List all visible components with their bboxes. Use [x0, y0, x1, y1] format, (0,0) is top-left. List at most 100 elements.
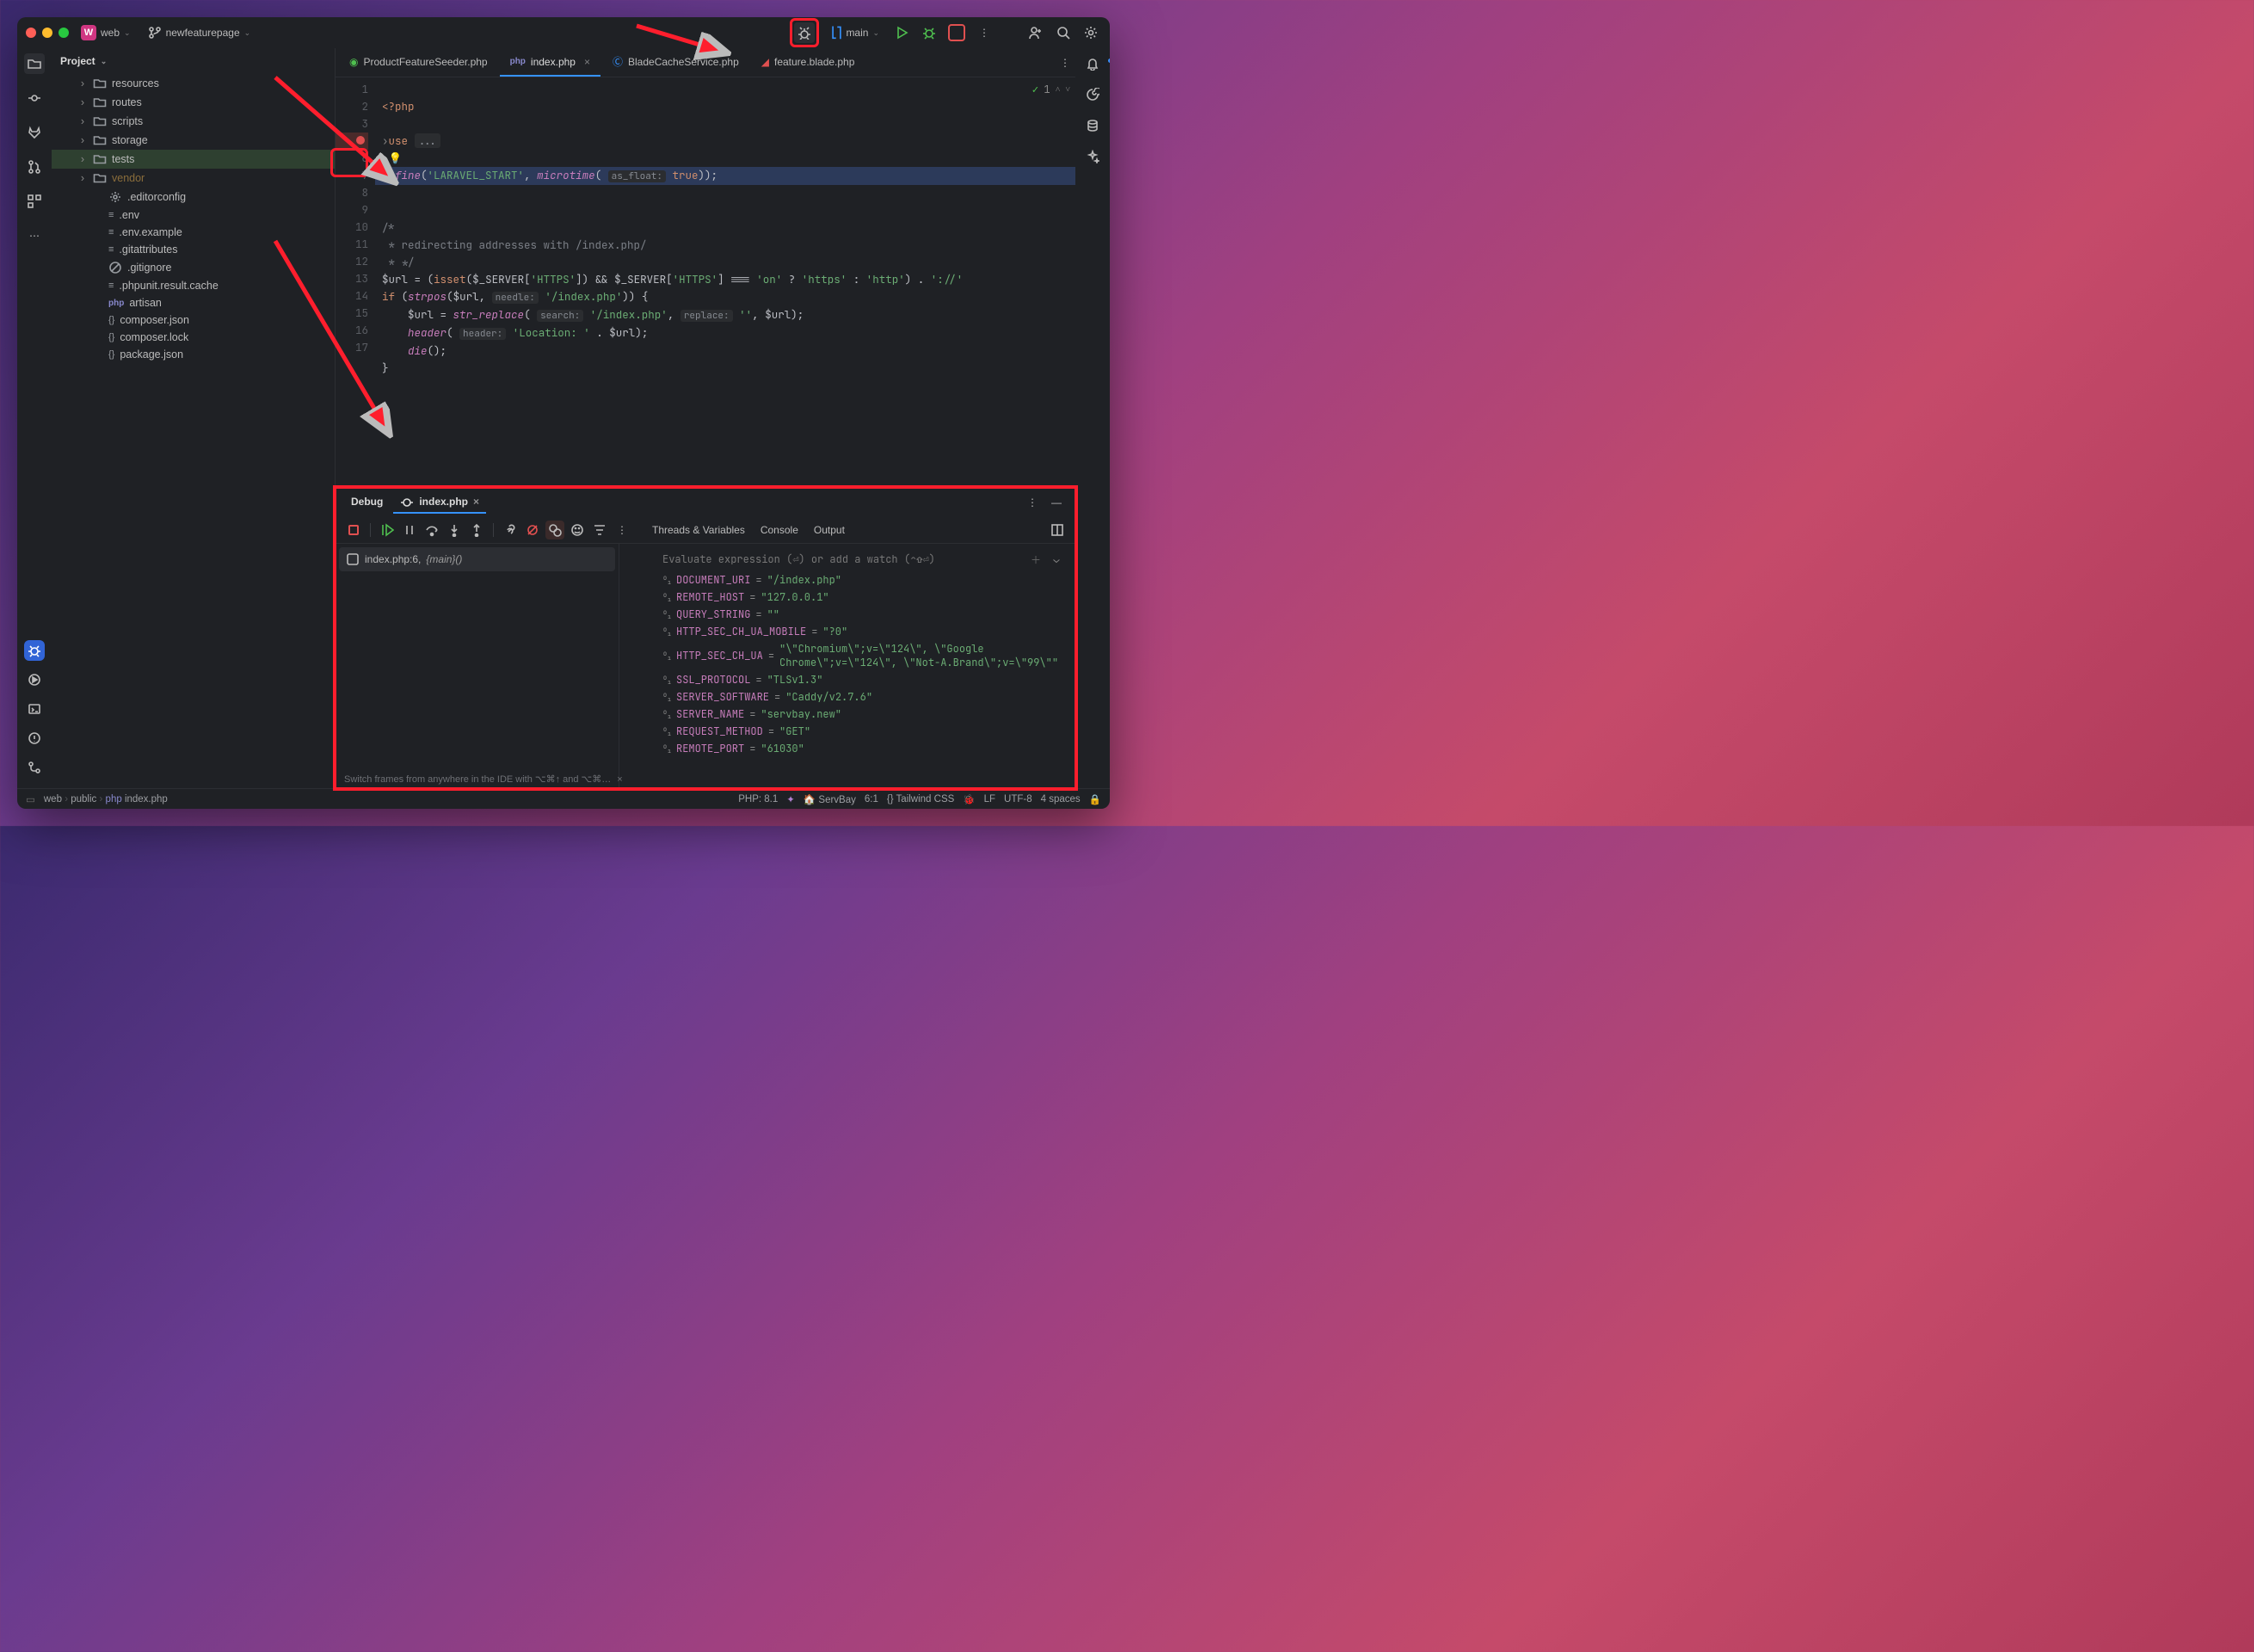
- tree-item-gitignore[interactable]: .gitignore: [52, 258, 335, 277]
- tree-item-envexample[interactable]: ≡.env.example: [52, 224, 335, 241]
- ai-chat-button[interactable]: [1082, 146, 1103, 167]
- debug-listen-button[interactable]: [794, 22, 815, 43]
- mute-breakpoints-button[interactable]: [523, 521, 542, 539]
- xdebug-icon[interactable]: 🐞: [963, 793, 975, 805]
- tree-item-tests[interactable]: ›tests: [52, 150, 335, 169]
- project-selector[interactable]: W web ⌄: [76, 22, 136, 44]
- structure-tool-button[interactable]: [24, 191, 45, 212]
- variables-view[interactable]: Evaluate expression (⏎) or add a watch (…: [619, 544, 1075, 788]
- tree-item-gitattributes[interactable]: ≡.gitattributes: [52, 241, 335, 258]
- gitlab-tool-button[interactable]: [24, 122, 45, 143]
- editor-tab[interactable]: phpindex.php×: [500, 48, 600, 77]
- filter-button[interactable]: [590, 521, 609, 539]
- project-tree[interactable]: ›resources›routes›scripts›storage›tests›…: [52, 74, 335, 788]
- variable-row[interactable]: ⁰₁REQUEST_METHOD = "GET": [662, 723, 1067, 740]
- php-version[interactable]: PHP: 8.1: [738, 794, 778, 804]
- stack-frame[interactable]: index.php:6, {main}(): [339, 547, 615, 571]
- tree-item-vendor[interactable]: ›vendor: [52, 169, 335, 188]
- debug-session-tab[interactable]: index.php ×: [393, 491, 486, 514]
- debug-button[interactable]: [919, 22, 939, 43]
- debug-inner-tab[interactable]: Console: [761, 524, 798, 536]
- indent[interactable]: 4 spaces: [1041, 794, 1081, 804]
- debug-panel-title-tab[interactable]: Debug: [344, 492, 390, 513]
- ai-assistant-button[interactable]: [1082, 84, 1103, 105]
- view-breakpoints-button[interactable]: [545, 521, 564, 539]
- close-tip-icon[interactable]: ×: [617, 774, 622, 785]
- caret-position[interactable]: 6:1: [865, 794, 878, 804]
- tree-item-composerjson[interactable]: {}composer.json: [52, 311, 335, 329]
- run-button[interactable]: [891, 22, 912, 43]
- step-over-button[interactable]: [422, 521, 441, 539]
- run-config-selector[interactable]: ⎣⎤ main ⌄: [826, 23, 884, 42]
- frames-list[interactable]: index.php:6, {main}(): [336, 544, 619, 788]
- tree-item-resources[interactable]: ›resources: [52, 74, 335, 93]
- code-with-me-button[interactable]: [1025, 22, 1046, 43]
- more-run-actions[interactable]: ⋮: [974, 22, 995, 43]
- notifications-button[interactable]: [1082, 53, 1103, 74]
- readonly-lock-icon[interactable]: 🔒: [1089, 793, 1101, 805]
- editor-tabs-more[interactable]: ⋮: [1055, 52, 1075, 73]
- variable-row[interactable]: ⁰₁SSL_PROTOCOL = "TLSv1.3": [662, 671, 1067, 688]
- minimize-window-icon[interactable]: [42, 28, 52, 38]
- database-button[interactable]: [1082, 115, 1103, 136]
- line-ending[interactable]: LF: [984, 794, 995, 804]
- settings-button[interactable]: [1081, 22, 1101, 43]
- project-tool-button[interactable]: [24, 53, 45, 74]
- encoding[interactable]: UTF-8: [1004, 794, 1032, 804]
- maximize-window-icon[interactable]: [59, 28, 69, 38]
- tree-item-editorconfig[interactable]: .editorconfig: [52, 188, 335, 206]
- close-window-icon[interactable]: [26, 28, 36, 38]
- editor-tab[interactable]: ⒸBladeCacheService.php: [602, 48, 749, 77]
- variable-row[interactable]: ⁰₁SERVER_NAME = "servbay.new": [662, 706, 1067, 723]
- tree-item-routes[interactable]: ›routes: [52, 93, 335, 112]
- tree-item-artisan[interactable]: phpartisan: [52, 294, 335, 311]
- more-tools-button[interactable]: ⋯: [24, 225, 45, 246]
- debug-inner-tab[interactable]: Threads & Variables: [652, 524, 745, 536]
- tree-item-storage[interactable]: ›storage: [52, 131, 335, 150]
- variable-row[interactable]: ⁰₁QUERY_STRING = "": [662, 606, 1067, 623]
- editor-tab[interactable]: ◉ProductFeatureSeeder.php: [339, 48, 498, 77]
- vcs-tool-button[interactable]: [24, 757, 45, 778]
- editor-tab[interactable]: ◢feature.blade.php: [751, 48, 865, 77]
- variable-row[interactable]: ⁰₁DOCUMENT_URI = "/index.php": [662, 571, 1067, 589]
- tree-item-scripts[interactable]: ›scripts: [52, 112, 335, 131]
- pause-button[interactable]: [400, 521, 419, 539]
- watch-chevron[interactable]: ⌄: [1046, 549, 1067, 570]
- tree-item-phpunitresultcache[interactable]: ≡.phpunit.result.cache: [52, 277, 335, 294]
- branch-selector[interactable]: newfeaturepage ⌄: [143, 22, 256, 43]
- terminal-tool-button[interactable]: [24, 699, 45, 719]
- resume-button[interactable]: [378, 521, 397, 539]
- tree-item-composerlock[interactable]: {}composer.lock: [52, 329, 335, 346]
- variable-row[interactable]: ⁰₁SERVER_SOFTWARE = "Caddy/v2.7.6": [662, 688, 1067, 706]
- debug-tool-button[interactable]: [24, 640, 45, 661]
- layout-button[interactable]: [1048, 521, 1067, 539]
- pull-requests-button[interactable]: [24, 157, 45, 177]
- commit-tool-button[interactable]: [24, 88, 45, 108]
- editor-code[interactable]: <?php ›use ... 💡 define('LARAVEL_START',…: [375, 77, 1075, 487]
- variable-row[interactable]: ⁰₁REMOTE_HOST = "127.0.0.1": [662, 589, 1067, 606]
- watch-input[interactable]: Evaluate expression (⏎) or add a watch (…: [662, 547, 1025, 571]
- stop-debug-button[interactable]: [344, 521, 363, 539]
- breakpoint-icon[interactable]: [356, 136, 365, 145]
- evaluate-button[interactable]: [501, 521, 520, 539]
- debug-panel-options[interactable]: ⋮: [1022, 492, 1043, 513]
- breadcrumb[interactable]: web › public › php index.php: [44, 794, 168, 804]
- server-name[interactable]: 🏠 ServBay: [804, 793, 856, 805]
- add-watch-button[interactable]: ＋: [1025, 549, 1046, 570]
- stop-button[interactable]: [946, 22, 967, 43]
- step-into-button[interactable]: [445, 521, 464, 539]
- close-icon[interactable]: ×: [473, 496, 479, 508]
- close-icon[interactable]: ×: [584, 56, 590, 68]
- editor-gutter[interactable]: 12367891011121314151617: [336, 77, 375, 487]
- tailwind-status[interactable]: {} Tailwind CSS: [887, 794, 954, 804]
- debug-inner-tab[interactable]: Output: [814, 524, 845, 536]
- problems-tool-button[interactable]: [24, 728, 45, 749]
- project-panel-header[interactable]: Project ⌄: [52, 48, 335, 74]
- debug-panel-minimize[interactable]: —: [1046, 492, 1067, 513]
- tree-item-env[interactable]: ≡.env: [52, 206, 335, 224]
- step-out-button[interactable]: [467, 521, 486, 539]
- tree-item-packagejson[interactable]: {}package.json: [52, 346, 335, 363]
- run-tool-button[interactable]: [24, 669, 45, 690]
- variable-row[interactable]: ⁰₁HTTP_SEC_CH_UA_MOBILE = "?0": [662, 623, 1067, 640]
- search-everywhere-button[interactable]: [1053, 22, 1074, 43]
